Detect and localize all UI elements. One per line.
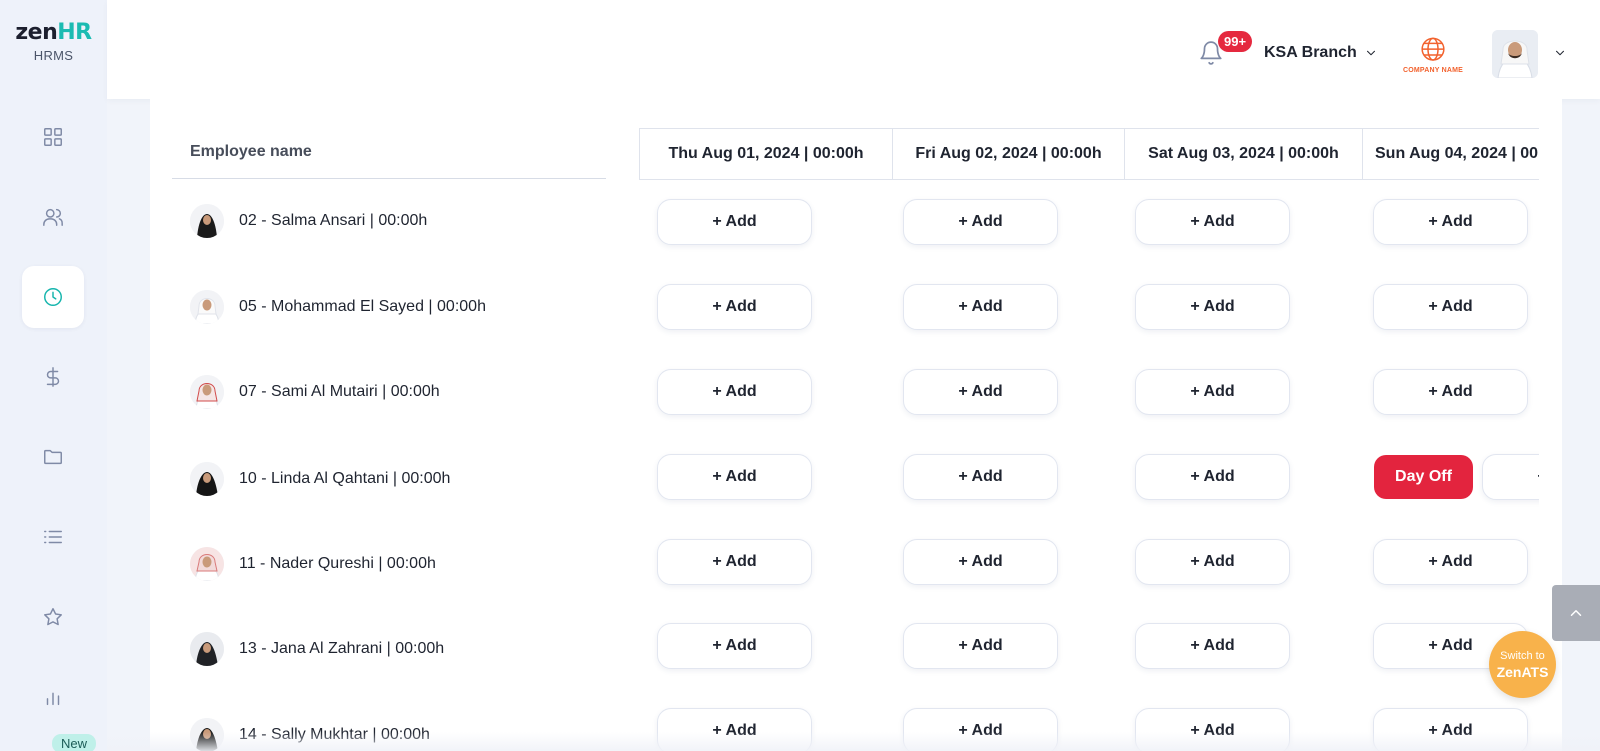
- employee-name[interactable]: 11 - Nader Qureshi | 00:00h: [239, 555, 436, 573]
- add-shift-button[interactable]: + Add: [1373, 708, 1528, 751]
- dollar-icon: [46, 367, 60, 387]
- logo-hr: HR: [57, 20, 92, 45]
- employee-name[interactable]: 13 - Jana Al Zahrani | 00:00h: [239, 640, 444, 658]
- add-shift-button[interactable]: + Add: [1135, 539, 1290, 585]
- star-icon: [44, 608, 62, 626]
- date-header-cell: Sun Aug 04, 2024 | 00:00h: [1363, 128, 1539, 180]
- add-shift-button[interactable]: + Add: [1135, 623, 1290, 669]
- add-shift-button[interactable]: + Add: [1373, 284, 1528, 330]
- date-header-cell: Thu Aug 01, 2024 | 00:00h: [639, 128, 893, 180]
- add-shift-button[interactable]: + Add: [903, 284, 1058, 330]
- add-shift-button[interactable]: + Add: [1373, 199, 1528, 245]
- add-shift-button[interactable]: + Add: [903, 623, 1058, 669]
- users-icon: [43, 208, 63, 226]
- employee-name[interactable]: 10 - Linda Al Qahtani | 00:00h: [239, 470, 450, 488]
- logo-zen: zen: [15, 20, 58, 45]
- add-shift-button[interactable]: + Add: [903, 454, 1058, 500]
- employee-name-header: Employee name: [172, 128, 606, 179]
- day-off-shift[interactable]: Day Off: [1374, 455, 1473, 499]
- employee-avatar: [190, 547, 224, 581]
- sidebar-item-performance[interactable]: [22, 586, 84, 648]
- employee-avatar: [190, 718, 224, 751]
- employee-row: 07 - Sami Al Mutairi | 00:00h: [190, 375, 440, 409]
- add-shift-button[interactable]: + Add: [1482, 454, 1539, 500]
- company-logo-text: COMPANY NAME: [1402, 66, 1464, 74]
- list-icon: [44, 530, 62, 544]
- employee-avatar: [190, 204, 224, 238]
- logo-wordmark: zenHR: [0, 20, 107, 46]
- add-shift-button[interactable]: + Add: [903, 369, 1058, 415]
- employee-name-header-label: Employee name: [190, 143, 312, 160]
- add-shift-button[interactable]: + Add: [903, 539, 1058, 585]
- switch-to-zenats-button[interactable]: Switch to ZenATS: [1489, 631, 1556, 698]
- add-shift-button[interactable]: + Add: [657, 454, 812, 500]
- zenhr-logo[interactable]: zenHR HRMS: [0, 20, 107, 63]
- date-header-cell: Fri Aug 02, 2024 | 00:00h: [893, 128, 1125, 180]
- add-shift-button[interactable]: + Add: [903, 199, 1058, 245]
- employee-avatar: [190, 462, 224, 496]
- sidebar-item-reports[interactable]: [22, 666, 84, 728]
- sidebar: zenHR HRMS New: [0, 0, 107, 751]
- employee-row: 13 - Jana Al Zahrani | 00:00h: [190, 632, 444, 666]
- add-shift-button[interactable]: + Add: [1373, 539, 1528, 585]
- employee-name[interactable]: 02 - Salma Ansari | 00:00h: [239, 212, 427, 230]
- employee-name[interactable]: 07 - Sami Al Mutairi | 00:00h: [239, 383, 440, 401]
- sidebar-item-dashboard[interactable]: [22, 106, 84, 168]
- folder-icon: [44, 449, 62, 465]
- employee-row: 10 - Linda Al Qahtani | 00:00h: [190, 462, 450, 496]
- scroll-to-top-button[interactable]: [1552, 585, 1600, 641]
- sidebar-item-attendance[interactable]: [22, 266, 84, 328]
- add-shift-button[interactable]: + Add: [1135, 708, 1290, 751]
- branch-selector[interactable]: KSA Branch: [1264, 44, 1357, 62]
- user-avatar[interactable]: [1492, 30, 1538, 78]
- add-shift-button[interactable]: + Add: [1135, 199, 1290, 245]
- add-shift-button[interactable]: + Add: [657, 539, 812, 585]
- employee-avatar: [190, 375, 224, 409]
- employee-avatar: [190, 632, 224, 666]
- employee-name[interactable]: 14 - Sally Mukhtar | 00:00h: [239, 726, 430, 744]
- date-header-cell: Sat Aug 03, 2024 | 00:00h: [1125, 128, 1363, 180]
- notification-count-badge: 99+: [1218, 31, 1253, 52]
- user-menu-chevron-down-icon[interactable]: [1553, 46, 1567, 65]
- add-shift-button[interactable]: + Add: [657, 369, 812, 415]
- add-shift-button[interactable]: + Add: [657, 284, 812, 330]
- add-shift-button[interactable]: + Add: [1135, 284, 1290, 330]
- add-shift-button[interactable]: + Add: [657, 199, 812, 245]
- add-shift-button[interactable]: + Add: [903, 708, 1058, 751]
- date-header-row: Thu Aug 01, 2024 | 00:00h Fri Aug 02, 20…: [639, 128, 1539, 180]
- employee-row: 11 - Nader Qureshi | 00:00h: [190, 547, 436, 581]
- sidebar-item-lists[interactable]: [22, 506, 84, 568]
- add-shift-button[interactable]: + Add: [1135, 369, 1290, 415]
- add-shift-button[interactable]: + Add: [657, 623, 812, 669]
- grid-icon: [44, 128, 62, 146]
- logo-subtitle: HRMS: [33, 48, 74, 63]
- employee-avatar: [190, 290, 224, 324]
- sidebar-item-payroll[interactable]: [22, 346, 84, 408]
- employee-name[interactable]: 05 - Mohammad El Sayed | 00:00h: [239, 298, 486, 316]
- employee-row: 02 - Salma Ansari | 00:00h: [190, 204, 427, 238]
- new-badge: New: [52, 734, 97, 751]
- switch-ats-line2: ZenATS: [1496, 663, 1549, 680]
- clock-icon: [44, 288, 62, 306]
- company-logo: COMPANY NAME: [1396, 28, 1470, 80]
- add-shift-button[interactable]: + Add: [1135, 454, 1290, 500]
- switch-ats-line1: Switch to: [1500, 649, 1545, 662]
- sidebar-item-documents[interactable]: [22, 426, 84, 488]
- add-shift-button[interactable]: + Add: [657, 708, 812, 751]
- employee-row: 05 - Mohammad El Sayed | 00:00h: [190, 290, 486, 324]
- bar-chart-icon: [46, 692, 60, 706]
- sidebar-item-people[interactable]: [22, 186, 84, 248]
- shift-grid: + Add + Add + Add + Add + Add + Add + Ad…: [639, 180, 1539, 751]
- employee-row: 14 - Sally Mukhtar | 00:00h: [190, 718, 430, 751]
- branch-chevron-down-icon[interactable]: [1364, 46, 1378, 65]
- chevron-up-icon: [1570, 610, 1582, 616]
- add-shift-button[interactable]: + Add: [1373, 369, 1528, 415]
- globe-icon: [1421, 37, 1445, 61]
